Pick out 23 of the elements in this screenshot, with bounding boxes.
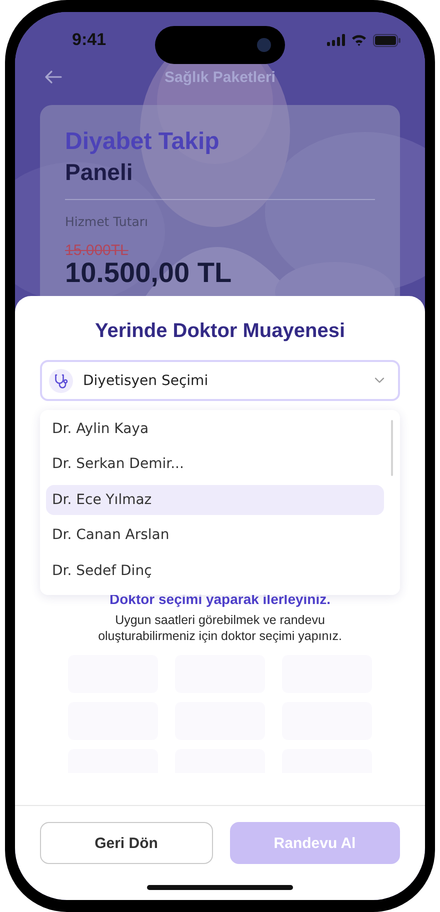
- notice-title: Doktor seçimi yaparak ilerleyiniz.: [110, 590, 330, 608]
- doctor-option[interactable]: Dr. Canan Arslan: [46, 520, 384, 550]
- doctor-option[interactable]: Dr. Ece Yılmaz: [46, 484, 384, 515]
- back-arrow-icon[interactable]: [44, 70, 62, 84]
- price: 10.500,00 TL: [65, 259, 233, 287]
- price-label: Hizmet Tutarı: [65, 214, 150, 230]
- doctor-option[interactable]: Dr. Aylin Kaya: [46, 414, 384, 444]
- old-price: 15.000TL: [65, 242, 130, 259]
- signal-icon: [327, 34, 345, 46]
- chevron-down-icon: [374, 377, 385, 384]
- doctor-option[interactable]: Dr. Sedef Dinç: [46, 556, 384, 586]
- package-subtitle: Paneli: [65, 158, 134, 187]
- back-button[interactable]: Geri Dön: [40, 822, 212, 864]
- wifi-icon: [351, 34, 367, 46]
- doctor-option[interactable]: Dr. Serkan Demir...: [46, 449, 384, 480]
- stethoscope-icon: [49, 368, 73, 392]
- status-time: 9:41: [72, 29, 108, 50]
- battery-icon: [373, 34, 401, 46]
- doctor-dropdown[interactable]: Diyetisyen Seçimi: [40, 360, 400, 401]
- scrollbar: [391, 420, 393, 476]
- sheet-title: Yerinde Doktor Muayenesi: [94, 319, 346, 344]
- package-title: Diyabet Takip: [65, 127, 220, 157]
- notice-text: Uygun saatleri görebilmek ve randevu oluşturabilirmeniz için doktor seçimi yapınız.: [97, 612, 343, 644]
